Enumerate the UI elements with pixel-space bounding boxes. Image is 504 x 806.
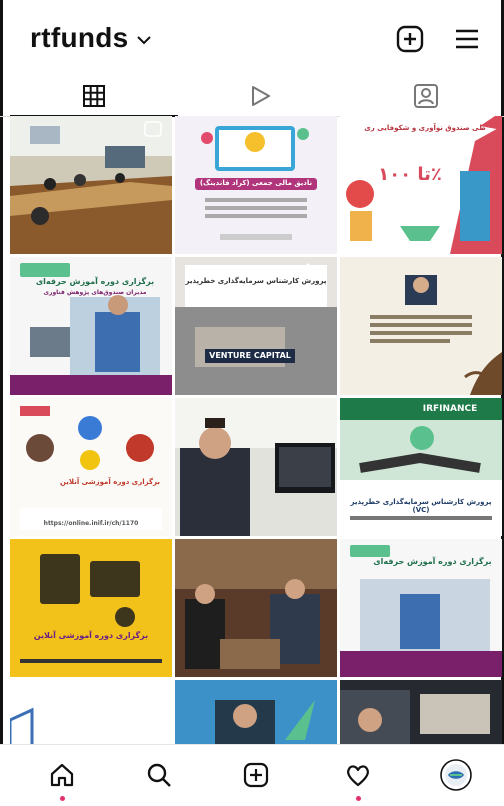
bottom-nav bbox=[0, 744, 504, 806]
post-tile[interactable] bbox=[175, 539, 337, 677]
nav-home[interactable] bbox=[42, 757, 82, 793]
post-tile[interactable] bbox=[10, 680, 172, 744]
post-tile[interactable] bbox=[175, 680, 337, 744]
home-icon bbox=[50, 763, 74, 787]
post-tile[interactable]: برگزاری دوره آموزشی آنلاین bbox=[10, 539, 172, 677]
activity-notification-dot bbox=[356, 796, 361, 801]
post-tile[interactable]: پرورش کارشناس سرمایه‌گذاری خطرپذیر VENTU… bbox=[175, 257, 337, 395]
post-caption: IRFINANCE bbox=[422, 404, 478, 414]
post-tile[interactable]: برگزاری دوره آموزش حرفه‌ای bbox=[340, 539, 502, 677]
hamburger-menu-icon bbox=[456, 29, 478, 49]
post-caption: برگزاری دوره آموزشی آنلاین bbox=[59, 478, 161, 486]
avatar-icon bbox=[440, 759, 472, 791]
tab-tagged[interactable] bbox=[342, 76, 504, 116]
plus-square-icon bbox=[243, 762, 269, 788]
post-tile[interactable] bbox=[10, 116, 172, 254]
post-subcaption: پرورش کارشناس سرمایه‌گذاری خطرپذیر (VC) bbox=[350, 498, 492, 514]
post-subcaption: پرورش کارشناس سرمایه‌گذاری خطرپذیر bbox=[185, 277, 327, 285]
tagged-person-icon bbox=[414, 84, 438, 108]
profile-tabs bbox=[0, 76, 504, 117]
new-post-button[interactable] bbox=[393, 22, 427, 56]
nav-search[interactable] bbox=[139, 757, 179, 793]
post-tile[interactable]: نادیق مالی جمعی (کراد فاندینگ) bbox=[175, 116, 337, 254]
profile-header: rtfunds bbox=[0, 0, 504, 76]
post-tile[interactable] bbox=[340, 257, 502, 395]
post-tile[interactable]: برگزاری دوره آموزشی آنلاین https://onlin… bbox=[10, 398, 172, 536]
post-caption: برگزاری دوره آموزش حرفه‌ای bbox=[373, 557, 492, 566]
nav-create[interactable] bbox=[236, 757, 276, 793]
post-subcaption: مدیران صندوق‌های پژوهش فناوری bbox=[43, 289, 147, 296]
post-subcaption: https://online.inif.ir/ch/1170 bbox=[43, 520, 139, 527]
post-caption: نادیق مالی جمعی (کراد فاندینگ) bbox=[199, 179, 313, 187]
menu-button[interactable] bbox=[450, 22, 484, 56]
plus-square-icon bbox=[396, 25, 424, 53]
post-caption: برگزاری دوره آموزشی آنلاین bbox=[33, 631, 149, 640]
nav-activity[interactable] bbox=[338, 757, 378, 793]
post-caption: VENTURE CAPITAL bbox=[209, 351, 291, 360]
play-icon bbox=[252, 86, 270, 106]
nav-profile[interactable] bbox=[436, 757, 476, 793]
post-subcaption: طی صندوق نوآوری و شکوفایی ری bbox=[364, 124, 486, 132]
search-icon bbox=[147, 763, 171, 787]
tab-reels[interactable] bbox=[176, 76, 344, 116]
chevron-down-icon[interactable] bbox=[136, 32, 152, 50]
post-tile[interactable]: برگزاری دوره آموزش حرفه‌ای مدیران صندوق‌… bbox=[10, 257, 172, 395]
post-tile[interactable]: IRFINANCE پرورش کارشناس سرمایه‌گذاری خطر… bbox=[340, 398, 502, 536]
home-notification-dot bbox=[60, 796, 65, 801]
post-tile[interactable]: طی صندوق نوآوری و شکوفایی ری تا ۱۰۰٪ bbox=[340, 116, 502, 254]
post-caption: تا ۱۰۰٪ bbox=[378, 164, 442, 185]
tab-grid[interactable] bbox=[10, 76, 178, 117]
heart-icon bbox=[347, 765, 369, 787]
post-tile[interactable] bbox=[175, 398, 337, 536]
post-grid: نادیق مالی جمعی (کراد فاندینگ) طی صندوق … bbox=[10, 116, 502, 744]
post-caption: برگزاری دوره آموزش حرفه‌ای bbox=[35, 277, 155, 286]
grid-icon bbox=[83, 85, 105, 107]
username-title[interactable]: rtfunds bbox=[30, 22, 129, 54]
post-tile[interactable] bbox=[340, 680, 502, 744]
